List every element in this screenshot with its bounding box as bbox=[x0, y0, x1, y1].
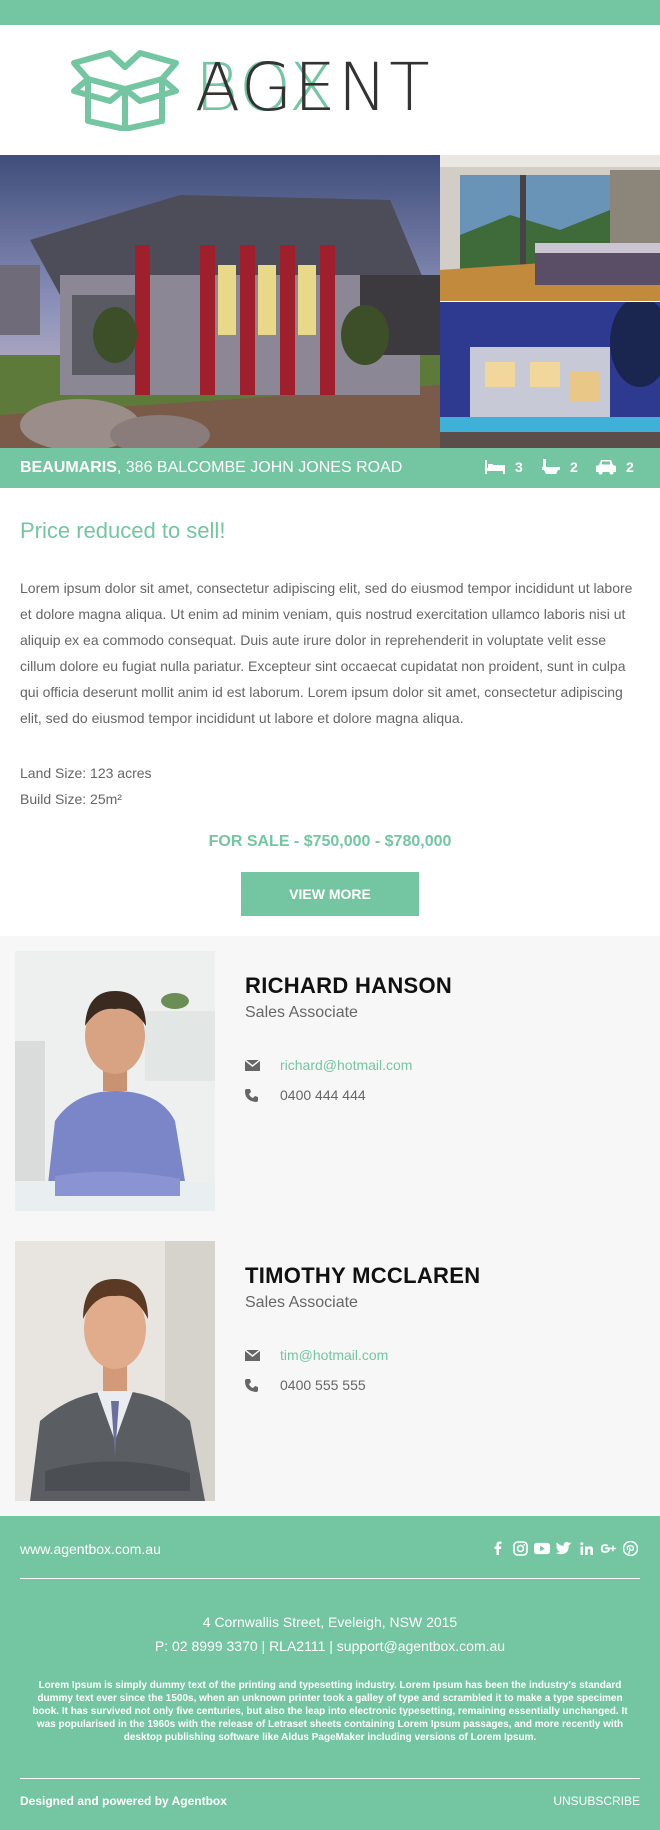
agent-name: TIMOTHY MCCLAREN bbox=[245, 1263, 481, 1288]
build-size: Build Size: 25m² bbox=[20, 791, 122, 807]
car-icon bbox=[596, 460, 616, 475]
office-contact: P: 02 8999 3370 | RLA2111 | support@agen… bbox=[154, 1638, 506, 1654]
phone-icon bbox=[245, 1088, 280, 1102]
agent-email-link[interactable]: richard@hotmail.com bbox=[280, 1057, 412, 1073]
bathroom-count: 2 bbox=[542, 459, 578, 475]
agent-photo bbox=[15, 1241, 215, 1501]
website-link[interactable]: www.agentbox.com.au bbox=[20, 1541, 161, 1557]
pinterest-icon[interactable] bbox=[622, 1540, 638, 1556]
property-sizes: Land Size: 123 acres Build Size: 25m² bbox=[20, 760, 152, 812]
view-more-button[interactable]: VIEW MORE bbox=[241, 872, 419, 916]
envelope-icon bbox=[245, 1349, 280, 1361]
envelope-icon bbox=[245, 1059, 280, 1071]
agent-phone-row: 0400 555 555 bbox=[245, 1377, 366, 1393]
designed-by: Designed and powered by Agentbox bbox=[20, 1794, 227, 1808]
facebook-icon[interactable] bbox=[490, 1540, 506, 1556]
car-count-value: 2 bbox=[626, 459, 634, 475]
footer-divider bbox=[20, 1778, 640, 1779]
social-links bbox=[490, 1540, 638, 1556]
agent-phone-link[interactable]: 0400 555 555 bbox=[280, 1377, 366, 1393]
bedroom-photo[interactable] bbox=[440, 155, 660, 301]
agent-email-row: tim@hotmail.com bbox=[245, 1347, 388, 1363]
agent-phone-link[interactable]: 0400 444 444 bbox=[280, 1087, 366, 1103]
address-bar: BEAUMARIS, 386 BALCOMBE JOHN JONES ROAD … bbox=[0, 448, 660, 488]
bathroom-count-value: 2 bbox=[570, 459, 578, 475]
unsubscribe-link[interactable]: UNSUBSCRIBE bbox=[553, 1794, 640, 1808]
car-count: 2 bbox=[596, 459, 634, 475]
brand-wordmark: AGENT BOX bbox=[195, 55, 430, 121]
listing-description: Lorem ipsum dolor sit amet, consectetur … bbox=[20, 580, 633, 726]
google-plus-icon[interactable] bbox=[600, 1540, 616, 1556]
suburb-label: BEAUMARIS bbox=[20, 459, 117, 476]
sale-price: FOR SALE - $750,000 - $780,000 bbox=[208, 833, 452, 850]
header-logo-area: AGENT BOX bbox=[0, 25, 660, 155]
bath-icon bbox=[542, 459, 560, 474]
bed-icon bbox=[485, 460, 505, 474]
top-accent-bar bbox=[0, 0, 660, 25]
footer-divider bbox=[20, 1578, 640, 1579]
linkedin-icon[interactable] bbox=[578, 1540, 594, 1556]
listing-headline: Price reduced to sell! bbox=[20, 518, 226, 543]
bedroom-count: 3 bbox=[485, 459, 523, 475]
phone-icon bbox=[245, 1378, 280, 1392]
agent-name: RICHARD HANSON bbox=[245, 973, 453, 998]
agent-card: RICHARD HANSON Sales Associate richard@h… bbox=[0, 936, 660, 1211]
twitter-icon[interactable] bbox=[556, 1540, 572, 1556]
agents-section: RICHARD HANSON Sales Associate richard@h… bbox=[0, 936, 660, 1516]
pool-house-photo[interactable] bbox=[440, 302, 660, 448]
agent-email-row: richard@hotmail.com bbox=[245, 1057, 412, 1073]
office-address: 4 Cornwallis Street, Eveleigh, NSW 2015 bbox=[202, 1614, 458, 1630]
property-address: BEAUMARIS, 386 BALCOMBE JOHN JONES ROAD bbox=[20, 459, 402, 477]
agent-role: Sales Associate bbox=[245, 1004, 358, 1021]
youtube-icon[interactable] bbox=[534, 1540, 550, 1556]
agent-card: TIMOTHY MCCLAREN Sales Associate tim@hot… bbox=[0, 1226, 660, 1501]
street-label: , 386 BALCOMBE JOHN JONES ROAD bbox=[116, 459, 403, 476]
instagram-icon[interactable] bbox=[512, 1540, 528, 1556]
agent-role: Sales Associate bbox=[245, 1294, 358, 1311]
agent-phone-row: 0400 444 444 bbox=[245, 1087, 366, 1103]
agent-email-link[interactable]: tim@hotmail.com bbox=[280, 1347, 388, 1363]
box-logo-icon bbox=[71, 50, 179, 131]
listing-details: Price reduced to sell! Lorem ipsum dolor… bbox=[0, 488, 660, 936]
land-size: Land Size: 123 acres bbox=[20, 765, 152, 781]
bedroom-count-value: 3 bbox=[515, 459, 523, 475]
property-photo-gallery bbox=[0, 155, 660, 448]
agent-photo bbox=[15, 951, 215, 1211]
footer: www.agentbox.com.au 4 Cornwallis Street,… bbox=[0, 1516, 660, 1830]
footer-disclaimer: Lorem Ipsum is simply dummy text of the … bbox=[32, 1680, 628, 1743]
main-house-photo[interactable] bbox=[0, 155, 440, 448]
